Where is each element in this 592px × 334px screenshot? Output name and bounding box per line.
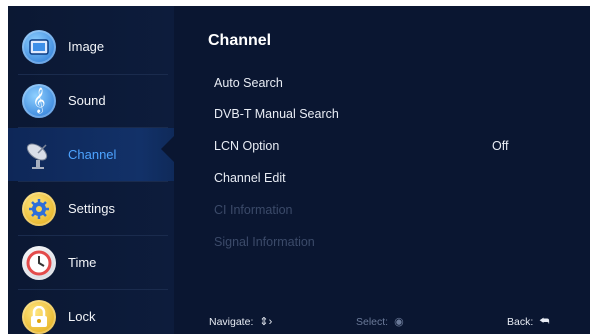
sidebar-item-label: Time [68,255,97,270]
menu-item-lcn-option[interactable]: LCN Option [214,139,279,153]
lock-icon [22,299,56,334]
sidebar-item-label: Lock [68,309,96,324]
image-icon [22,29,56,64]
sound-icon: 𝄞 [22,83,56,118]
footer-navigate: Navigate: ⇕› [209,315,273,329]
back-label: Back: [507,315,534,328]
sidebar-item-lock[interactable]: Lock [8,290,174,334]
sidebar-item-image[interactable]: Image [8,20,174,73]
sidebar: Image 𝄞 Sound Channel Settings Time Lock [8,6,174,334]
channel-panel: Channel Auto Search DVB-T Manual Search … [174,6,590,334]
sidebar-item-time[interactable]: Time [8,236,174,289]
gear-icon [22,191,56,226]
tv-menu-screen: Image 𝄞 Sound Channel Settings Time Lock… [8,6,590,334]
menu-item-channel-edit[interactable]: Channel Edit [214,171,286,185]
sidebar-item-label: Sound [68,93,106,108]
clock-icon [22,245,56,280]
sidebar-item-label: Settings [68,201,115,216]
select-label: Select: [356,315,389,328]
sidebar-item-settings[interactable]: Settings [8,182,174,235]
navigate-label: Navigate: [209,315,254,328]
menu-item-ci-information: CI Information [214,203,293,217]
active-pointer [161,136,174,162]
menu-item-signal-information: Signal Information [214,235,315,249]
menu-item-auto-search[interactable]: Auto Search [214,76,283,90]
ok-button-icon: ◉ [394,316,404,328]
footer-back: Back: ⮪ [507,315,550,328]
satellite-dish-icon [22,138,56,172]
sidebar-item-label: Channel [68,147,117,162]
navigate-arrows-icon: ⇕› [259,316,273,328]
lcn-option-value: Off [492,139,509,153]
back-arrow-icon: ⮪ [539,315,550,327]
sidebar-item-label: Image [68,39,105,54]
sidebar-item-channel[interactable]: Channel [8,128,174,181]
sidebar-item-sound[interactable]: 𝄞 Sound [8,74,174,127]
menu-item-dvbt-manual-search[interactable]: DVB-T Manual Search [214,107,339,121]
page-title: Channel [208,32,272,49]
footer-select: Select: ◉ [356,315,404,329]
